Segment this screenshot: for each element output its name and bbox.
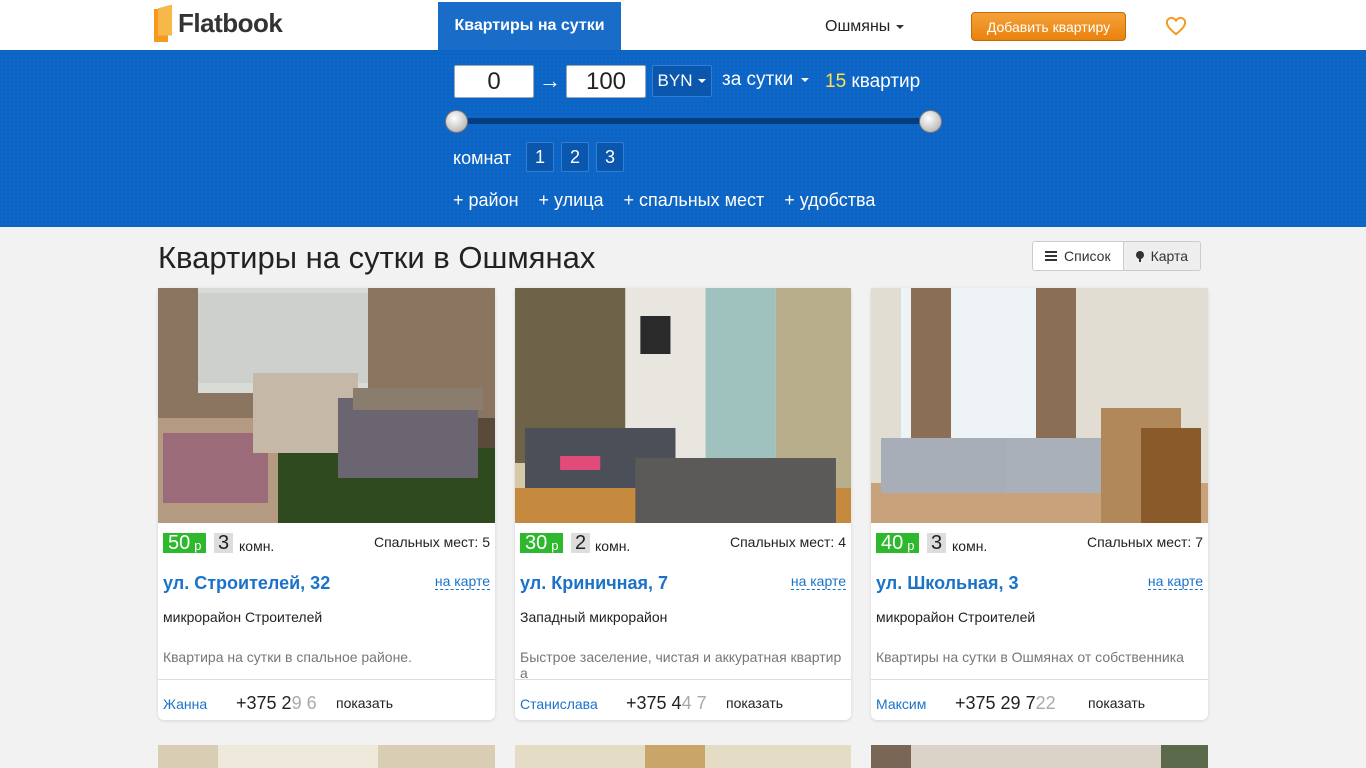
photo-watermark: Flatbook <box>439 703 481 714</box>
logo-door-icon <box>154 4 172 42</box>
listing-district: микрорайон Строителей <box>876 609 1036 625</box>
listing-card[interactable]: Flatbook 40 р 3 комн. Спальных мест: 7 ул… <box>871 288 1208 720</box>
map-view-label: Карта <box>1150 248 1189 264</box>
site-logo[interactable]: Flatbook <box>154 4 283 42</box>
listing-card[interactable]: Flatbook 50 р 3 комн. Спальных мест: 5 ул… <box>158 288 495 720</box>
tab-daily-apartments[interactable]: Квартиры на сутки <box>438 2 621 50</box>
list-view-label: Список <box>1064 248 1111 264</box>
listing-street[interactable]: ул. Школьная, 3 <box>876 573 1019 594</box>
chevron-down-icon <box>801 78 810 82</box>
owner-phone: +375 44 7 <box>626 693 707 713</box>
chevron-down-icon <box>896 25 905 29</box>
page-title: Квартиры на сутки в Ошмянах <box>158 240 596 275</box>
price-value: 40 <box>881 531 904 554</box>
currency-select[interactable]: BYN <box>652 65 712 97</box>
photo-watermark: Flatbook <box>1152 703 1194 714</box>
owner-phone: +375 29 6 <box>236 693 317 713</box>
filter-beds-link[interactable]: + спальных мест <box>624 190 765 211</box>
beds-count: Спальных мест: 4 <box>729 534 846 550</box>
period-label: за сутки <box>722 69 794 90</box>
map-view-button[interactable]: Карта <box>1122 242 1201 270</box>
owner-name[interactable]: Жанна <box>163 696 207 712</box>
city-selector[interactable]: Ошмяны <box>825 18 905 36</box>
extra-filters: + район + улица + спальных мест + удобст… <box>453 190 875 211</box>
price-value: 50 <box>168 531 191 554</box>
price-badge: 40 р <box>876 531 920 554</box>
listing-street[interactable]: ул. Строителей, 32 <box>163 573 330 594</box>
listing-card[interactable]: Flatbook 30 р 2 комн. Спальных мест: 4 ул… <box>515 288 851 720</box>
listing-district: Западный микрорайон <box>520 609 668 625</box>
show-phone-button[interactable]: показать <box>1088 695 1145 711</box>
listing-photo[interactable] <box>158 745 495 768</box>
price-value: 30 <box>525 531 548 554</box>
slider-max-handle[interactable] <box>919 110 942 133</box>
add-apartment-button[interactable]: Добавить квартиру <box>971 12 1126 41</box>
price-range-slider[interactable] <box>456 118 930 124</box>
currency-label: BYN <box>657 71 693 90</box>
show-phone-button[interactable]: показать <box>336 695 393 711</box>
listing-photo[interactable] <box>515 745 851 768</box>
rooms-unit: комн. <box>239 538 275 554</box>
rooms-badge: 3 <box>214 532 234 554</box>
filter-street-link[interactable]: + улица <box>539 190 604 211</box>
owner-name[interactable]: Максим <box>876 696 926 712</box>
price-currency: р <box>551 537 559 553</box>
on-map-link[interactable]: на карте <box>790 574 846 590</box>
results-count: 15 квартир <box>825 71 920 93</box>
map-pin-icon <box>1135 250 1144 262</box>
period-select[interactable]: за сутки <box>722 69 810 91</box>
price-badge: 30 р <box>520 531 564 554</box>
price-min-input[interactable]: 0 <box>454 65 534 98</box>
price-max-input[interactable]: 100 <box>566 65 646 98</box>
rooms-badge: 2 <box>571 532 591 554</box>
listing-street[interactable]: ул. Криничная, 7 <box>520 573 668 594</box>
rooms-option-1[interactable]: 1 <box>526 142 554 172</box>
filter-district-link[interactable]: + район <box>453 190 519 211</box>
rooms-badge: 3 <box>927 532 947 554</box>
filter-amenities-link[interactable]: + удобства <box>784 190 875 211</box>
owner-name[interactable]: Станислава <box>520 696 598 712</box>
listing-description: Быстрое заселение, чистая и аккуратная к… <box>520 649 842 681</box>
rooms-label: комнат <box>453 148 512 168</box>
slider-min-handle[interactable] <box>445 110 468 133</box>
city-label: Ошмяны <box>825 18 891 35</box>
listing-photo[interactable] <box>515 288 851 523</box>
list-view-button[interactable]: Список <box>1033 242 1123 270</box>
range-arrow: → <box>539 68 561 93</box>
rooms-option-2[interactable]: 2 <box>561 142 589 172</box>
listing-photo[interactable] <box>871 745 1208 768</box>
on-map-link[interactable]: на карте <box>1147 574 1203 590</box>
divider <box>515 679 851 680</box>
rooms-unit: комн. <box>952 538 988 554</box>
on-map-link[interactable]: на карте <box>434 574 490 590</box>
view-toggle: Список Карта <box>1032 241 1202 271</box>
price-currency: р <box>194 537 202 553</box>
show-phone-button[interactable]: показать <box>726 695 783 711</box>
listing-photo[interactable] <box>871 288 1208 523</box>
listing-district: микрорайон Строителей <box>163 609 323 625</box>
listing-description: Квартиры на сутки в Ошмянах от собственн… <box>876 649 1184 665</box>
logo-text: Flatbook <box>178 7 283 38</box>
listing-description: Квартира на сутки в спальное районе. <box>163 649 412 665</box>
price-badge: 50 р <box>163 531 207 554</box>
listing-photo[interactable] <box>158 288 495 523</box>
heart-icon[interactable] <box>1165 16 1187 36</box>
rooms-unit: комн. <box>595 538 631 554</box>
price-currency: р <box>907 537 915 553</box>
owner-phone: +375 29 722 <box>955 693 1056 713</box>
rooms-option-3[interactable]: 3 <box>596 142 624 172</box>
divider <box>871 679 1208 680</box>
results-count-label: квартир <box>851 71 921 92</box>
chevron-down-icon <box>698 79 707 83</box>
results-count-number: 15 <box>825 71 847 92</box>
beds-count: Спальных мест: 5 <box>373 534 490 550</box>
beds-count: Спальных мест: 7 <box>1086 534 1203 550</box>
list-icon <box>1045 251 1057 261</box>
top-header: Flatbook Квартиры на сутки Ошмяны Добави… <box>0 0 1366 50</box>
divider <box>158 679 495 680</box>
photo-watermark: Flatbook <box>795 703 837 714</box>
